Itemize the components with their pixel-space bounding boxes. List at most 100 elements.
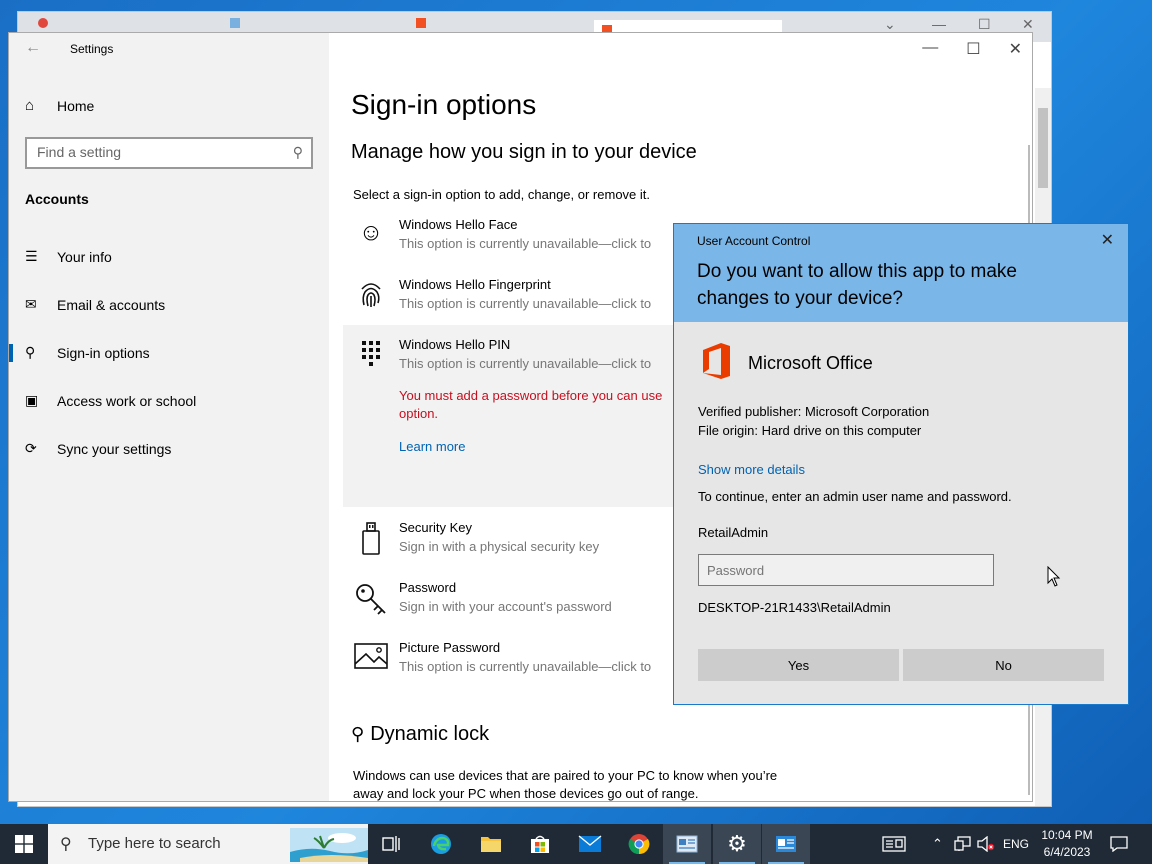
key-icon: ⚲ — [25, 344, 36, 360]
password-field[interactable] — [698, 554, 994, 586]
pin-keypad-icon — [353, 339, 389, 376]
option-subtitle: This option is currently unavailable—cli… — [399, 236, 652, 251]
browser-maximize-icon[interactable]: ☐ — [978, 16, 991, 33]
taskbar: ⚲ Type here to search ⚙ ⌃ ENG 10:04 PM 6… — [0, 824, 1152, 864]
dynamic-lock-icon: ⚲ — [351, 724, 365, 744]
yes-button[interactable]: Yes — [698, 649, 899, 681]
mail-icon[interactable] — [566, 824, 614, 864]
taskbar-search-box[interactable]: ⚲ Type here to search — [48, 824, 368, 864]
clock[interactable]: 10:04 PM 6/4/2023 — [1040, 827, 1094, 861]
close-icon[interactable]: ✕ — [1009, 39, 1022, 59]
notification-center-icon[interactable] — [1110, 824, 1128, 864]
clock-date: 6/4/2023 — [1043, 845, 1091, 859]
key-icon — [353, 582, 389, 623]
clock-time: 10:04 PM — [1041, 828, 1093, 842]
volume-muted-icon[interactable] — [977, 824, 995, 864]
person-list-icon: ☰ — [25, 248, 38, 264]
find-setting-input[interactable]: Find a setting ⚲ — [25, 137, 313, 169]
sidebar-item-label: Email & accounts — [57, 296, 166, 313]
remote-app-icon[interactable] — [663, 824, 711, 864]
dynamic-lock-title: Dynamic lock — [370, 723, 490, 745]
settings-titlebar: ← Settings — [9, 33, 329, 65]
no-button[interactable]: No — [903, 649, 1104, 681]
windows-logo-icon — [15, 835, 33, 853]
home-nav[interactable]: ⌂ Home — [25, 97, 94, 114]
minimize-icon[interactable]: — — [922, 39, 938, 59]
browser-scroll-thumb[interactable] — [1038, 108, 1048, 188]
learn-more-link[interactable]: Learn more — [399, 439, 465, 454]
uac-instruction: To continue, enter an admin user name an… — [698, 489, 1012, 504]
home-icon: ⌂ — [25, 97, 35, 114]
uac-app-icon[interactable] — [762, 824, 810, 864]
store-icon[interactable] — [516, 824, 564, 864]
tab-dropdown-icon[interactable]: ⌄ — [884, 16, 896, 33]
language-indicator[interactable]: ENG — [1003, 824, 1029, 864]
task-view-icon[interactable] — [368, 824, 416, 864]
home-label: Home — [57, 97, 95, 114]
section-heading: Accounts — [25, 191, 89, 207]
uac-domain-user: DESKTOP-21R1433\RetailAdmin — [698, 600, 891, 615]
option-title: Windows Hello PIN — [399, 337, 511, 352]
uac-app-name: Microsoft Office — [748, 353, 873, 373]
page-subtitle: Manage how you sign in to your device — [351, 141, 697, 163]
option-title: Windows Hello Fingerprint — [399, 277, 551, 292]
dynamic-lock-heading: ⚲ Dynamic lock — [351, 723, 489, 746]
sidebar-item-your-info[interactable]: ☰ Your info — [25, 248, 112, 265]
sidebar-item-sync[interactable]: ⟳ Sync your settings — [25, 440, 171, 457]
taskbar-search-placeholder: Type here to search — [88, 835, 221, 852]
sidebar-item-label: Sign-in options — [57, 344, 150, 361]
browser-minimize-icon[interactable]: — — [932, 16, 946, 32]
settings-sidebar: ← Settings ⌂ Home Find a setting ⚲ Accou… — [9, 33, 329, 801]
intro-text: Select a sign-in option to add, change, … — [353, 187, 651, 202]
option-title: Picture Password — [399, 640, 501, 655]
uac-publisher: Verified publisher: Microsoft Corporatio… — [698, 404, 930, 419]
sidebar-item-email-accounts[interactable]: ✉ Email & accounts — [25, 296, 165, 313]
search-highlight-beach-icon — [290, 828, 368, 862]
option-title: Password — [399, 580, 457, 595]
sidebar-item-label: Your info — [57, 248, 112, 265]
uac-dialog: User Account Control ✕ Do you want to al… — [673, 223, 1129, 705]
option-subtitle: This option is currently unavailable—cli… — [399, 296, 652, 311]
pin-error-message: You must add a password before you can u… — [399, 387, 662, 423]
close-icon[interactable]: ✕ — [1101, 230, 1114, 250]
mail-icon: ✉ — [25, 296, 37, 312]
news-icon[interactable] — [882, 824, 906, 864]
search-icon: ⚲ — [60, 836, 72, 853]
chrome-icon[interactable] — [615, 824, 663, 864]
uac-caption: User Account Control — [697, 234, 811, 248]
app-title: Settings — [70, 42, 114, 56]
sync-icon: ⟳ — [25, 440, 37, 456]
tray-overflow-chevron-icon[interactable]: ⌃ — [932, 824, 943, 864]
option-title: Security Key — [399, 520, 472, 535]
option-subtitle: Sign in with your account's password — [399, 599, 612, 614]
uac-username: RetailAdmin — [698, 525, 769, 540]
uac-header: User Account Control ✕ Do you want to al… — [674, 224, 1128, 322]
search-placeholder: Find a setting — [37, 144, 122, 160]
option-subtitle: This option is currently unavailable—cli… — [399, 356, 652, 371]
uac-question: Do you want to allow this app to make ch… — [697, 261, 1018, 309]
sidebar-item-label: Access work or school — [57, 392, 197, 409]
briefcase-icon: ▣ — [25, 392, 39, 408]
back-arrow-icon[interactable]: ← — [25, 39, 41, 57]
dynamic-lock-description: Windows can use devices that are paired … — [353, 768, 778, 801]
pin-error-line: You must add a password before you can u… — [399, 388, 663, 403]
start-button[interactable] — [0, 824, 48, 864]
browser-close-icon[interactable]: ✕ — [1022, 16, 1034, 33]
network-icon[interactable] — [954, 824, 972, 864]
usb-key-icon — [353, 522, 389, 563]
option-subtitle: This option is currently unavailable—cli… — [399, 659, 652, 674]
settings-gear-icon[interactable]: ⚙ — [713, 824, 761, 864]
fingerprint-icon — [353, 279, 389, 316]
show-more-details-link[interactable]: Show more details — [698, 462, 805, 477]
uac-file-origin: File origin: Hard drive on this computer — [698, 423, 922, 438]
mouse-cursor-icon — [1047, 566, 1061, 587]
office-logo-icon — [703, 343, 730, 379]
file-explorer-icon[interactable] — [467, 824, 515, 864]
maximize-icon[interactable]: ☐ — [966, 39, 980, 59]
edge-icon[interactable] — [417, 824, 465, 864]
option-title: Windows Hello Face — [399, 217, 518, 232]
sidebar-item-sign-in-options[interactable]: ⚲ Sign-in options — [25, 344, 150, 361]
sidebar-item-access-work[interactable]: ▣ Access work or school — [25, 392, 196, 409]
pin-error-line: option. — [399, 406, 439, 421]
window-controls: — ☐ ✕ — [922, 39, 1022, 59]
